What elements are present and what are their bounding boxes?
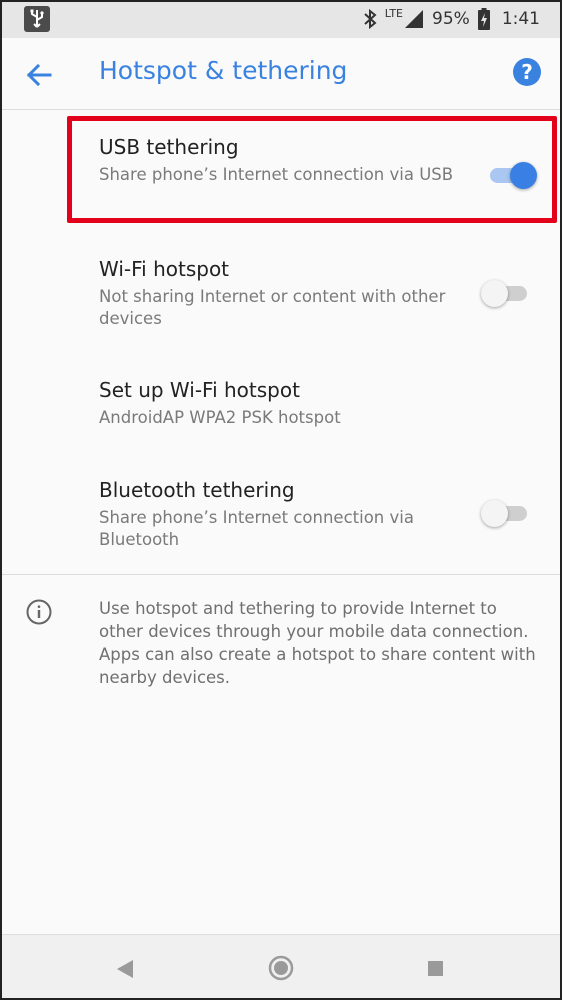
help-icon[interactable]: ? [512, 57, 542, 87]
status-icons: LTE 95% 1:41 [363, 0, 540, 38]
divider [0, 574, 562, 575]
setting-title: Bluetooth tethering [99, 478, 295, 502]
setting-setup-wifi-hotspot[interactable]: Set up Wi-Fi hotspot AndroidAP WPA2 PSK … [0, 362, 562, 452]
nav-back-icon[interactable] [116, 959, 134, 979]
setting-subtitle: Share phone’s Internet connection via Bl… [99, 508, 414, 549]
battery-icon [477, 8, 490, 30]
nav-home-icon[interactable] [268, 955, 294, 981]
setting-subtitle: Not sharing Internet or content with oth… [99, 287, 446, 328]
bluetooth-icon [364, 9, 377, 29]
app-bar: Hotspot & tethering ? [0, 38, 562, 110]
info-text: Use hotspot and tethering to provide Int… [99, 599, 536, 687]
bluetooth-tethering-toggle[interactable] [481, 496, 533, 530]
info-icon [26, 599, 52, 625]
page-title: Hotspot & tethering [99, 56, 348, 85]
clock: 1:41 [501, 9, 540, 29]
toggle-thumb [481, 500, 508, 527]
navigation-bar [0, 934, 562, 1000]
wifi-hotspot-toggle[interactable] [481, 276, 533, 310]
svg-text:?: ? [521, 60, 533, 84]
setting-wifi-hotspot[interactable]: Wi-Fi hotspot Not sharing Internet or co… [0, 240, 562, 350]
battery-percent: 95% [432, 9, 470, 29]
setting-title: Wi-Fi hotspot [99, 257, 230, 281]
arrow-back-icon[interactable] [24, 60, 54, 90]
setting-bluetooth-tethering[interactable]: Bluetooth tethering Share phone’s Intern… [0, 462, 562, 572]
highlight-box [67, 116, 557, 223]
setting-title: Set up Wi-Fi hotspot [99, 378, 300, 402]
status-bar: LTE 95% 1:41 [0, 0, 562, 38]
usb-icon [24, 6, 50, 32]
signal-icon [405, 10, 424, 28]
toggle-thumb [481, 280, 508, 307]
setting-subtitle: AndroidAP WPA2 PSK hotspot [99, 408, 341, 427]
nav-recents-icon[interactable] [428, 961, 443, 976]
network-type: LTE [384, 6, 404, 20]
